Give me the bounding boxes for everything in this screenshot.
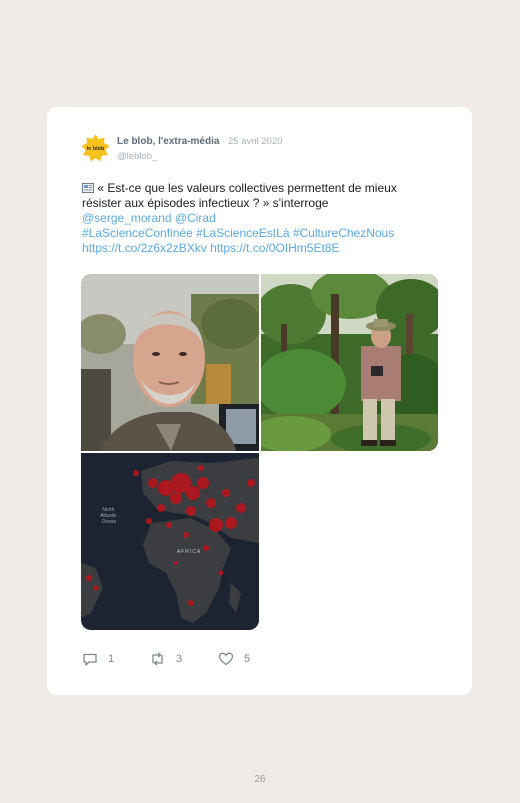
newspaper-icon (82, 183, 94, 193)
retweet-icon (152, 652, 163, 666)
author-handle[interactable]: @leblob_ (117, 151, 157, 162)
photo-forest[interactable] (261, 274, 438, 451)
map-label-africa: AFRICA (177, 549, 201, 555)
like-button[interactable]: 5 (218, 651, 250, 667)
page-number: 26 (254, 774, 266, 785)
hashtag-culture-chez-nous[interactable]: #CultureChezNous (293, 226, 394, 240)
tweet-link-2[interactable]: https://t.co/0OIHm5Et8E (210, 241, 339, 255)
hashtag-la-science-confinee[interactable]: #LaScienceConfinée (82, 226, 193, 240)
tweet-text: « Est-ce que les valeurs collectives per… (82, 181, 452, 256)
photo-portrait[interactable] (81, 274, 259, 451)
like-count: 5 (244, 653, 251, 665)
author-line: Le blob, l'extra-média · 25 avril 2020 (117, 136, 282, 147)
heart-icon (218, 652, 234, 666)
reply-button[interactable]: 1 (82, 651, 114, 667)
tweet-actions: 1 3 5 (82, 651, 282, 667)
avatar[interactable]: le blob (81, 134, 110, 163)
mention-cirad[interactable]: @Cirad (175, 211, 216, 225)
hashtag-la-science-est-la[interactable]: #LaScienceEstLà (196, 226, 289, 240)
tweet-card: le blob Le blob, l'extra-média · 25 avri… (47, 107, 472, 695)
map-label-atlantic: North Atlantic Ocean (100, 507, 118, 525)
tweet-text-line2: résister aux épisodes infectieux ? » s'i… (82, 196, 329, 210)
mention-serge-morand[interactable]: @serge_morand (82, 211, 172, 225)
avatar-logo-text: le blob (87, 146, 105, 152)
tweet-link-1[interactable]: https://t.co/2z6x2zBXkv (82, 241, 207, 255)
tweet-media-grid: North Atlantic Ocean AFRICA (81, 274, 438, 630)
retweet-button[interactable]: 3 (149, 651, 182, 667)
reply-icon (83, 653, 97, 666)
tweet-text-line1: « Est-ce que les valeurs collectives per… (97, 181, 397, 195)
author-name[interactable]: Le blob, l'extra-média (117, 136, 219, 147)
retweet-count: 3 (176, 653, 183, 665)
tweet-date[interactable]: · 25 avril 2020 (222, 136, 282, 147)
reply-count: 1 (108, 653, 115, 665)
photo-covid-map[interactable]: North Atlantic Ocean AFRICA (81, 453, 259, 630)
